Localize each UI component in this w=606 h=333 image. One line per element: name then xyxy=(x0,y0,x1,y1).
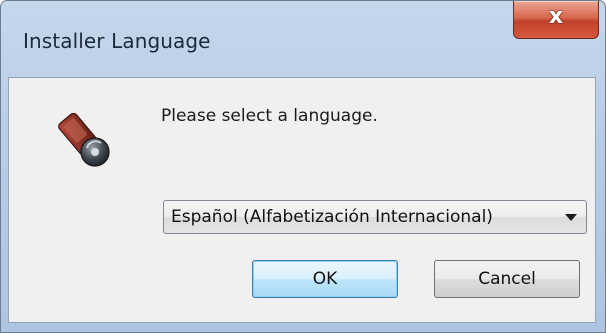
window-title: Installer Language xyxy=(23,29,211,53)
language-select[interactable]: Español (Alfabetización Internacional) xyxy=(163,200,587,234)
title-bar[interactable]: Installer Language x xyxy=(1,1,605,77)
prompt-text: Please select a language. xyxy=(161,106,378,126)
language-select-value: Español (Alfabetización Internacional) xyxy=(171,207,493,227)
close-icon: x xyxy=(548,4,564,29)
close-button[interactable]: x xyxy=(513,1,599,39)
cancel-button[interactable]: Cancel xyxy=(434,260,580,298)
ok-button[interactable]: OK xyxy=(252,260,398,298)
dialog-body: Please select a language. Español (Alfab… xyxy=(8,77,596,323)
usb-installer-icon xyxy=(58,112,110,167)
chevron-down-icon[interactable] xyxy=(565,214,577,221)
installer-language-window: Installer Language x Please select a lan… xyxy=(0,0,606,333)
